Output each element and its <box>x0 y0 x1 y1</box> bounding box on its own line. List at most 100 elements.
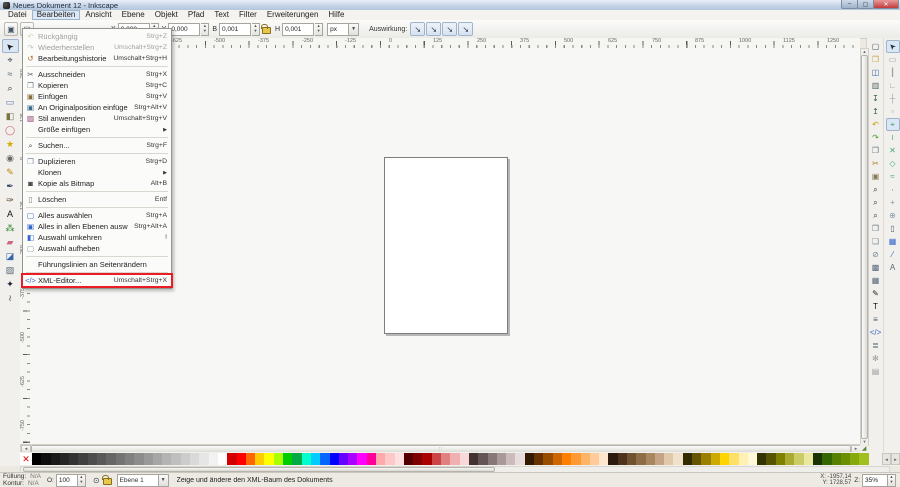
lock-ratio-icon[interactable] <box>260 23 272 35</box>
menubar-item-filter[interactable]: Filter <box>234 10 262 20</box>
menu-item-rueckgaengig[interactable]: ↶RückgängigStrg+Z <box>23 31 171 42</box>
new-document-command-button[interactable]: ▢ <box>869 40 883 53</box>
menu-item-groesse-einfuegen[interactable]: Größe einfügen▶ <box>23 124 171 135</box>
color-swatch[interactable] <box>376 453 385 465</box>
snap-paths-snap-toggle[interactable]: ≀ <box>886 131 900 144</box>
zoom-spinner[interactable]: ▲▼ <box>888 474 896 487</box>
menu-item-einfuegen[interactable]: ▣EinfügenStrg+V <box>23 91 171 102</box>
color-swatch[interactable] <box>78 453 87 465</box>
create-clone-command-button[interactable]: ❏ <box>869 235 883 248</box>
color-swatch[interactable] <box>646 453 655 465</box>
selector-tool-button[interactable]: ➤ <box>2 39 19 53</box>
menu-item-suchen[interactable]: ⌕Suchen...Strg+F <box>23 140 171 151</box>
menu-item-kopie-als-bitmap[interactable]: ◙Kopie als BitmapAlt+B <box>23 178 171 189</box>
color-swatch[interactable] <box>757 453 766 465</box>
align-dialog-command-button[interactable]: ≡ <box>869 313 883 326</box>
color-swatch[interactable] <box>673 453 682 465</box>
color-swatch[interactable] <box>144 453 153 465</box>
menu-item-auswahl-aufheben[interactable]: ▢Auswahl aufheben <box>23 243 171 254</box>
snap-smooth-nodes-snap-toggle[interactable]: ≈ <box>886 170 900 183</box>
unit-select[interactable]: px <box>327 23 349 36</box>
color-swatch[interactable] <box>367 453 376 465</box>
color-swatch[interactable] <box>627 453 636 465</box>
color-swatch[interactable] <box>41 453 50 465</box>
color-swatch[interactable] <box>460 453 469 465</box>
snap-grids-snap-toggle[interactable]: ▦ <box>886 235 900 248</box>
unlink-clone-command-button[interactable]: ⊘ <box>869 248 883 261</box>
color-swatch[interactable] <box>515 453 524 465</box>
menu-item-alles-auswaehlen[interactable]: ▢Alles auswählenStrg+A <box>23 210 171 221</box>
spin-down-icon[interactable]: ▼ <box>315 29 322 35</box>
calligraphy-tool-button[interactable]: ✑ <box>2 193 19 207</box>
menu-item-alles-in-allen-ebenen[interactable]: ▣Alles in allen Ebenen auswählenStrg+Alt… <box>23 221 171 232</box>
menubar-item-text[interactable]: Text <box>209 10 234 20</box>
snap-text-baseline-snap-toggle[interactable]: A <box>886 261 900 274</box>
color-swatch[interactable] <box>125 453 134 465</box>
color-swatch[interactable] <box>506 453 515 465</box>
color-swatch[interactable] <box>339 453 348 465</box>
color-swatch[interactable] <box>469 453 478 465</box>
y-spinner[interactable]: ▲▼ <box>201 23 209 36</box>
color-swatch[interactable] <box>51 453 60 465</box>
gradient-tool-button[interactable]: ▨ <box>2 263 19 277</box>
group-command-button[interactable]: ▩ <box>869 261 883 274</box>
color-swatch[interactable] <box>190 453 199 465</box>
enable-snapping-snap-toggle[interactable]: ➤ <box>886 40 900 53</box>
menu-item-klonen[interactable]: Klonen▶ <box>23 167 171 178</box>
color-swatch[interactable] <box>683 453 692 465</box>
ellipse-tool-button[interactable]: ◯ <box>2 123 19 137</box>
snap-bbox-corners-snap-toggle[interactable]: ∟ <box>886 79 900 92</box>
box-3d-tool-button[interactable]: ◧ <box>2 109 19 123</box>
node-tool-button[interactable]: ⌖ <box>2 53 19 67</box>
color-swatch[interactable] <box>571 453 580 465</box>
color-swatch[interactable] <box>766 453 775 465</box>
scale-gradient-toggle[interactable]: ↘ <box>442 22 457 36</box>
menu-item-fuehrungslinien[interactable]: Führungslinien an Seitenrändern <box>23 259 171 270</box>
menu-item-auswahl-umkehren[interactable]: ◧Auswahl umkehren! <box>23 232 171 243</box>
color-swatch[interactable] <box>664 453 673 465</box>
vertical-scroll-thumb[interactable] <box>861 55 868 439</box>
color-swatch[interactable] <box>302 453 311 465</box>
snap-bbox-centers-snap-toggle[interactable]: ▫ <box>886 105 900 118</box>
color-swatch[interactable] <box>255 453 264 465</box>
zoom-selection-command-button[interactable]: ⌕ <box>869 183 883 196</box>
color-swatch[interactable] <box>209 453 218 465</box>
color-swatch[interactable] <box>543 453 552 465</box>
color-swatch[interactable] <box>311 453 320 465</box>
opacity-spinner[interactable]: ▲▼ <box>78 474 86 487</box>
menubar-item-objekt[interactable]: Objekt <box>150 10 183 20</box>
connector-tool-button[interactable]: ≀ <box>2 291 19 305</box>
snap-bbox-midpoints-snap-toggle[interactable]: ┼ <box>886 92 900 105</box>
bezier-tool-button[interactable]: ✒ <box>2 179 19 193</box>
print-command-button[interactable]: ▥ <box>869 79 883 92</box>
color-swatch[interactable] <box>841 453 850 465</box>
color-swatch[interactable] <box>181 453 190 465</box>
open-document-command-button[interactable]: ❒ <box>869 53 883 66</box>
zoom-tool-button[interactable]: ⌕ <box>2 81 19 95</box>
menu-item-wiederherstellen[interactable]: ↷WiederherstellenUmschalt+Strg+Z <box>23 42 171 53</box>
eraser-tool-button[interactable]: ▰ <box>2 235 19 249</box>
color-swatch[interactable] <box>274 453 283 465</box>
color-swatch[interactable] <box>692 453 701 465</box>
export-command-button[interactable]: ↥ <box>869 105 883 118</box>
color-swatch[interactable] <box>590 453 599 465</box>
snap-cusp-nodes-snap-toggle[interactable]: ◇ <box>886 157 900 170</box>
text-tool-button[interactable]: A <box>2 207 19 221</box>
color-swatch[interactable] <box>283 453 292 465</box>
layers-dialog-command-button[interactable]: ≣ <box>869 339 883 352</box>
color-swatch[interactable] <box>441 453 450 465</box>
layer-select[interactable]: Ebene 1 <box>117 474 159 487</box>
import-command-button[interactable]: ↧ <box>869 92 883 105</box>
color-swatch[interactable] <box>488 453 497 465</box>
scale-corners-toggle[interactable]: ↘ <box>426 22 441 36</box>
color-swatch[interactable] <box>237 453 246 465</box>
fill-stroke-dialog-command-button[interactable]: ✎ <box>869 287 883 300</box>
y-input[interactable]: 0,000 <box>168 23 200 36</box>
color-swatch[interactable] <box>859 453 868 465</box>
color-swatch[interactable] <box>450 453 459 465</box>
color-swatch[interactable] <box>748 453 757 465</box>
snap-bbox-edges-snap-toggle[interactable]: ┃ <box>886 66 900 79</box>
scale-stroke-toggle[interactable]: ↘ <box>410 22 425 36</box>
color-swatch[interactable] <box>655 453 664 465</box>
layer-lock-icon[interactable] <box>102 474 114 486</box>
